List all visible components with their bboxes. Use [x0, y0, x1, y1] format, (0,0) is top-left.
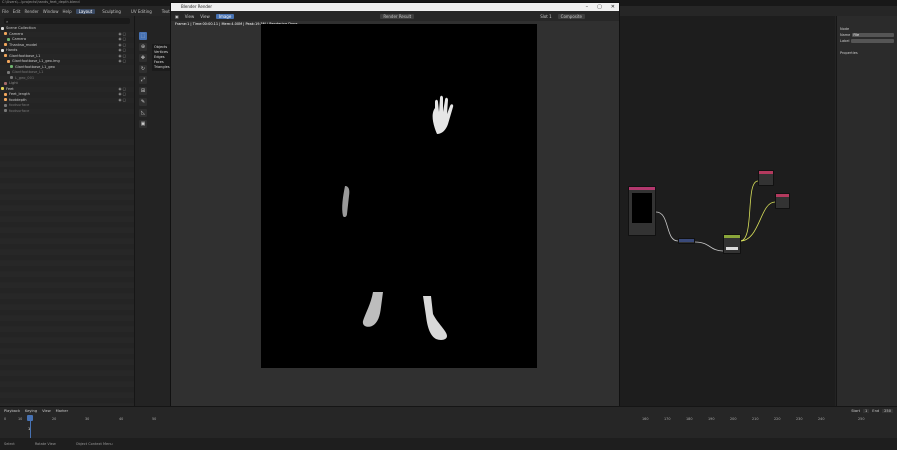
menu-view[interactable]: View: [185, 14, 195, 19]
render-result-canvas[interactable]: [261, 24, 537, 368]
menu-file[interactable]: File: [2, 9, 9, 14]
menu-help[interactable]: Help: [62, 9, 71, 14]
mesh-icon: [7, 70, 10, 74]
properties-sidebar: Node Name File Label Properties: [836, 16, 897, 412]
label-field[interactable]: [851, 39, 894, 43]
light-icon: [4, 81, 7, 85]
cursor-tool-icon[interactable]: ⊕: [139, 43, 147, 51]
menu-view-2[interactable]: View: [200, 14, 210, 19]
workspace-tab-uv-editing[interactable]: UV Editing: [128, 9, 155, 14]
menu-marker[interactable]: Marker: [56, 409, 68, 413]
collection-icon: [1, 87, 4, 90]
armature-icon: [4, 54, 7, 57]
outliner-empty-rows: [0, 134, 134, 412]
select-box-tool-icon[interactable]: ⬚: [139, 32, 147, 40]
close-icon[interactable]: ✕: [611, 3, 615, 11]
status-bar: Select Rotate View Object Context Menu: [0, 438, 897, 450]
mesh-icon: [4, 109, 7, 112]
image-node[interactable]: [628, 186, 656, 236]
image-preview: [632, 193, 652, 223]
outliner-row[interactable]: footsurface: [0, 108, 134, 114]
camera-icon: [4, 32, 7, 35]
render-image: [342, 95, 454, 340]
render-window-titlebar: Blender Render – ▢ ✕: [171, 3, 619, 11]
camera-data-icon: [7, 37, 10, 41]
start-label: Start: [851, 408, 860, 413]
mesh-icon: [4, 43, 7, 46]
status-select: Select: [4, 442, 15, 446]
math-node[interactable]: [678, 238, 695, 244]
mesh-data-icon: [10, 65, 13, 68]
collection-icon: [1, 48, 4, 52]
composite-node[interactable]: [775, 193, 790, 209]
menu-window[interactable]: Window: [43, 9, 59, 14]
scale-tool-icon[interactable]: ⤢: [139, 76, 147, 84]
outliner-panel: ⌕ Scene Collection Camera ◉ ▢ Camera ◉ ▢ T…: [0, 16, 135, 412]
maximize-icon[interactable]: ▢: [597, 3, 602, 11]
outliner-search[interactable]: ⌕: [4, 18, 130, 24]
menu-playback[interactable]: Playback: [4, 409, 20, 413]
name-label: Name: [840, 33, 851, 37]
blender-app: C:\Users\...\projects\hands_feet_depth.b…: [0, 0, 897, 450]
status-context-menu: Object Context Menu: [75, 442, 113, 446]
mesh-icon: [4, 98, 7, 101]
menu-view[interactable]: View: [42, 409, 51, 413]
image-editor-header: ▣ View View Image Render Result Slot 1 C…: [171, 11, 619, 21]
label-label: Label: [840, 39, 850, 43]
timeline-ruler[interactable]: 0 10 20 30 40 50 160 170 180 190 200 210…: [0, 415, 897, 423]
tab-image[interactable]: Image: [215, 13, 235, 19]
mesh-data-icon: [10, 76, 13, 79]
render-window: Blender Render – ▢ ✕ ▣ View View Image R…: [170, 2, 620, 447]
viewport-toolbar: ⬚ ⊕ ✥ ↻ ⤢ ⊞ ✎ ◺ ▣: [137, 30, 149, 130]
properties-section-header[interactable]: Properties: [837, 50, 897, 56]
annotate-tool-icon[interactable]: ✎: [139, 98, 147, 106]
workspace-tab-layout[interactable]: Layout: [75, 8, 96, 14]
timeline-editor: Playback Keying View Marker Start 1 End …: [0, 406, 897, 439]
minimize-icon[interactable]: –: [586, 3, 589, 11]
viewer-node[interactable]: [758, 170, 774, 186]
start-frame-field[interactable]: 1: [863, 408, 870, 413]
status-rotate-view: Rotate View: [34, 442, 56, 446]
node-label-row: Label: [837, 38, 897, 44]
move-tool-icon[interactable]: ✥: [139, 54, 147, 62]
properties-label: Properties: [840, 51, 858, 55]
mesh-icon: [4, 92, 7, 96]
mix-node[interactable]: [723, 234, 741, 254]
timeline-header: Playback Keying View Marker Start 1 End …: [0, 407, 897, 414]
mesh-icon: [4, 103, 7, 107]
workspace-tab-sculpting[interactable]: Sculpting: [99, 9, 124, 14]
transform-tool-icon[interactable]: ⊞: [139, 87, 147, 95]
compositor-node-editor: [620, 16, 835, 406]
end-frame-field[interactable]: 250: [882, 408, 893, 413]
end-label: End: [872, 408, 880, 413]
render-slot-selector[interactable]: Render Result: [380, 13, 415, 19]
collection-icon: [1, 26, 4, 30]
menu-edit[interactable]: Edit: [13, 9, 21, 14]
outliner-tree: Scene Collection Camera ◉ ▢ Camera ◉ ▢ Tha…: [0, 26, 134, 114]
add-cube-tool-icon[interactable]: ▣: [139, 120, 147, 128]
render-window-title: Blender Render: [181, 4, 213, 9]
mesh-icon: [7, 59, 10, 63]
name-field[interactable]: File: [852, 33, 894, 37]
playhead-line[interactable]: [30, 421, 31, 439]
menu-render[interactable]: Render: [24, 9, 38, 14]
search-icon: ⌕: [6, 18, 9, 24]
window-title: C:\Users\...\projects\hands_feet_depth.b…: [2, 0, 80, 4]
measure-tool-icon[interactable]: ◺: [139, 109, 147, 117]
slot-number[interactable]: Slot 1: [540, 14, 551, 19]
menu-keying[interactable]: Keying: [25, 409, 37, 413]
rotate-tool-icon[interactable]: ↻: [139, 65, 147, 73]
section-label: Node: [840, 27, 850, 31]
editor-type-icon[interactable]: ▣: [175, 14, 179, 19]
composite-selector[interactable]: Composite: [557, 13, 586, 19]
